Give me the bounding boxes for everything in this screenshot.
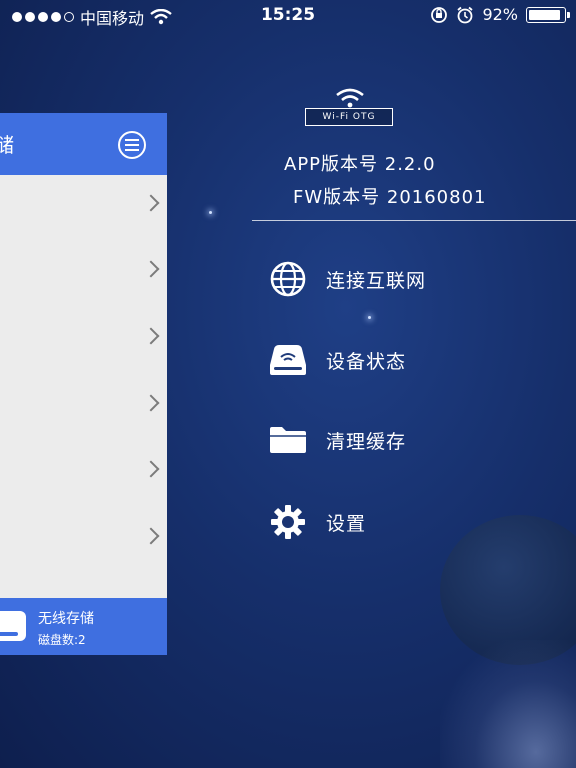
list-item[interactable]: [0, 508, 167, 574]
storage-panel-header: 储: [0, 113, 167, 175]
storage-panel: 储 无线存储 磁盘数:2: [0, 113, 167, 655]
battery-percent: 92%: [482, 5, 518, 24]
battery-level: [529, 9, 561, 20]
list-item[interactable]: [0, 308, 167, 374]
wifi-otg-logo: Wi-Fi OTG: [305, 88, 395, 128]
wifi-icon: [336, 88, 364, 108]
hamburger-menu-icon[interactable]: [118, 131, 146, 159]
chevron-right-icon: [142, 194, 160, 212]
list-item[interactable]: [0, 241, 167, 307]
app-version: APP版本号 2.2.0: [284, 154, 436, 175]
status-right: 92%: [430, 5, 570, 24]
gear-icon: [268, 502, 308, 542]
rotation-lock-icon: [431, 6, 448, 23]
wireless-storage-title: 无线存储: [38, 611, 94, 627]
chevron-right-icon: [142, 260, 160, 278]
menu-item-label: 连接互联网: [326, 269, 427, 292]
chevron-right-icon: [142, 394, 160, 412]
background-star: [368, 316, 371, 319]
drive-icon: [0, 611, 26, 641]
status-bar: 中国移动 15:25 92%: [0, 0, 576, 30]
background-glow: [440, 640, 576, 768]
menu-item-label: 清理缓存: [326, 430, 407, 453]
fw-version: FW版本号 20160801: [293, 187, 487, 208]
wireless-storage-footer[interactable]: 无线存储 磁盘数:2: [0, 598, 167, 655]
list-item[interactable]: [0, 441, 167, 507]
drive-icon: [268, 340, 308, 380]
chevron-right-icon: [142, 327, 160, 345]
list-item[interactable]: [0, 375, 167, 441]
folder-icon: [268, 420, 308, 460]
background-star: [209, 211, 212, 214]
menu-item-connect-internet[interactable]: 连接互联网: [268, 259, 568, 299]
disk-count: 磁盘数:2: [38, 633, 86, 647]
storage-panel-title: 储: [0, 133, 14, 157]
alarm-icon: [457, 6, 474, 23]
globe-icon: [268, 259, 308, 299]
menu-item-device-status[interactable]: 设备状态: [268, 340, 568, 380]
chevron-right-icon: [142, 527, 160, 545]
wifi-otg-badge: Wi-Fi OTG: [305, 108, 393, 126]
divider: [252, 220, 576, 221]
battery-icon: [526, 6, 570, 23]
menu-item-label: 设备状态: [326, 350, 407, 373]
chevron-right-icon: [142, 460, 160, 478]
list-item[interactable]: [0, 175, 167, 241]
menu-item-label: 设置: [326, 512, 367, 535]
menu-item-clear-cache[interactable]: 清理缓存: [268, 420, 568, 460]
menu-item-settings[interactable]: 设置: [268, 502, 568, 542]
